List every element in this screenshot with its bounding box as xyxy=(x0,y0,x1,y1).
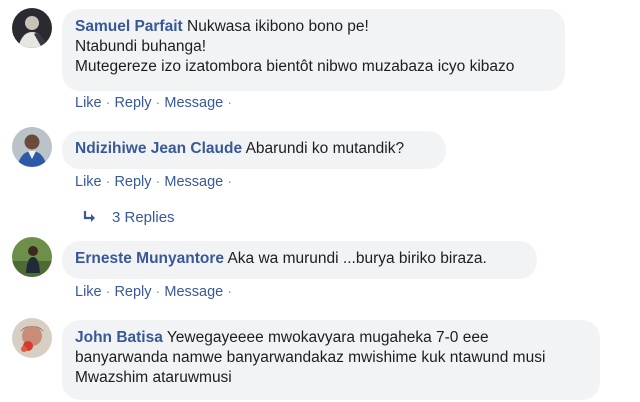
message-link[interactable]: Message xyxy=(164,284,223,300)
separator: · xyxy=(155,95,161,111)
comment-text: Mutegereze izo izatombora bientôt nibwo … xyxy=(75,58,515,75)
avatar[interactable] xyxy=(12,127,52,167)
reply-link[interactable]: Reply xyxy=(114,174,151,190)
separator: · xyxy=(105,284,111,300)
separator: · xyxy=(227,95,233,111)
comment-bubble: Erneste Munyantore Aka wa murundi ...bur… xyxy=(62,241,537,279)
like-link[interactable]: Like xyxy=(75,284,102,300)
reply-arrow-icon xyxy=(83,211,95,222)
replies-count[interactable]: 3 Replies xyxy=(112,209,175,226)
separator: · xyxy=(155,174,161,190)
comment-bubble: John Batisa Yewegayeeee mwokavyara mugah… xyxy=(62,320,600,400)
comment-text: Ntabundi buhanga! xyxy=(75,38,207,55)
comment-actions: Like · Reply · Message · xyxy=(75,283,236,301)
comment-author[interactable]: Erneste Munyantore xyxy=(75,250,224,267)
avatar[interactable] xyxy=(12,8,52,48)
comment-bubble: Ndizihiwe Jean Claude Abarundi ko mutand… xyxy=(62,131,446,169)
view-replies-link[interactable]: 3 Replies xyxy=(82,208,175,228)
comment-author[interactable]: Samuel Parfait xyxy=(75,18,183,35)
comment-text: Aka wa murundi ...burya biriko biraza. xyxy=(227,250,487,267)
comment-text: Abarundi ko mutandik? xyxy=(245,140,405,157)
reply-link[interactable]: Reply xyxy=(114,95,151,111)
message-link[interactable]: Message xyxy=(164,174,223,190)
comment-text: Yewegayeeee mwokavyara mugaheka 7-0 eee xyxy=(166,329,489,346)
comment-bubble: Samuel Parfait Nukwasa ikibono bono pe! … xyxy=(62,9,565,91)
separator: · xyxy=(155,284,161,300)
comment-actions: Like · Reply · Message · xyxy=(75,173,236,191)
comment-actions: Like · Reply · Message · xyxy=(75,94,236,112)
separator: · xyxy=(227,174,233,190)
like-link[interactable]: Like xyxy=(75,174,102,190)
reply-link[interactable]: Reply xyxy=(114,284,151,300)
like-link[interactable]: Like xyxy=(75,95,102,111)
comment-text: Mwazshim ataruwmusi xyxy=(75,369,232,386)
comment-author[interactable]: Ndizihiwe Jean Claude xyxy=(75,140,242,157)
message-link[interactable]: Message xyxy=(164,95,223,111)
separator: · xyxy=(227,284,233,300)
comment-author[interactable]: John Batisa xyxy=(75,329,163,346)
comment-text: Nukwasa ikibono bono pe! xyxy=(187,18,369,35)
avatar[interactable] xyxy=(12,318,52,358)
separator: · xyxy=(105,174,111,190)
comment-text: banyarwanda namwe banyarwandakaz mwishim… xyxy=(75,349,546,366)
separator: · xyxy=(105,95,111,111)
avatar[interactable] xyxy=(12,237,52,277)
